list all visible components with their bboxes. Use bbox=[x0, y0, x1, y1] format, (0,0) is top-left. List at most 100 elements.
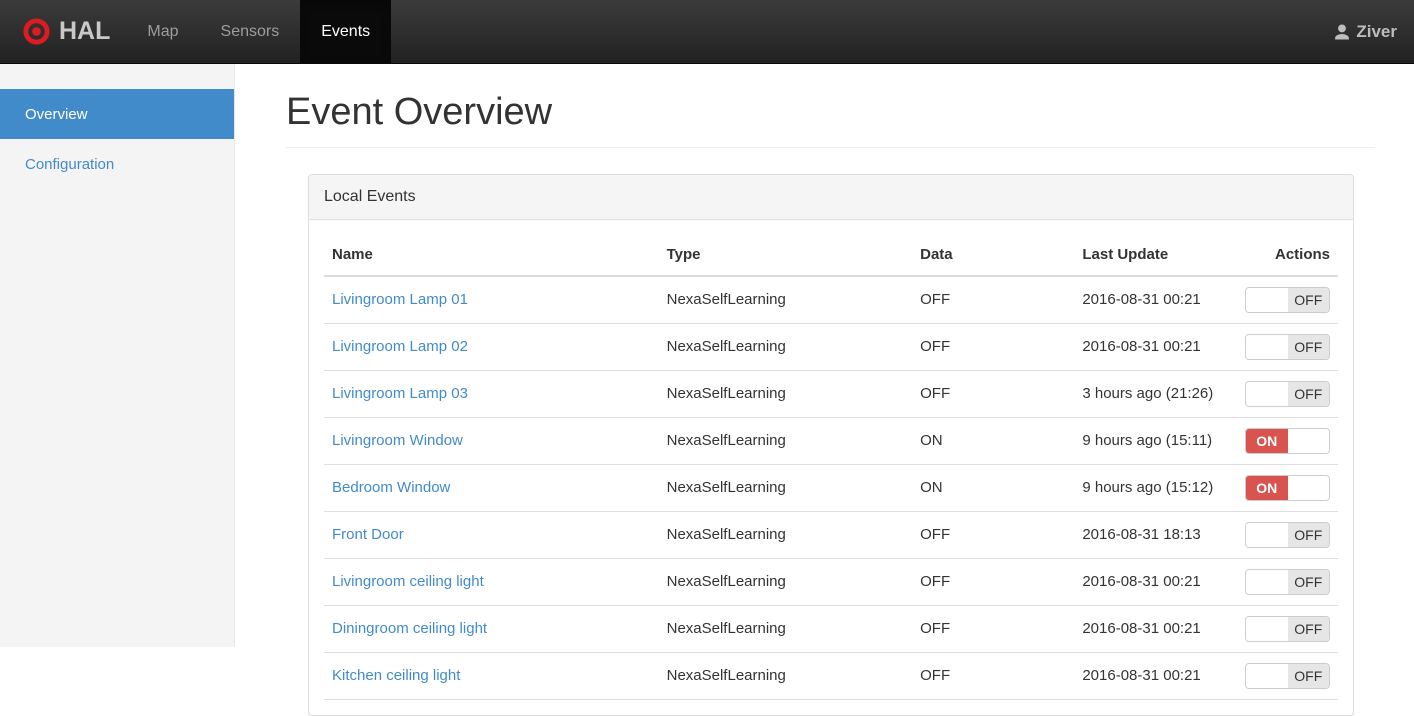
table-row: Livingroom Lamp 03 NexaSelfLearning OFF … bbox=[324, 370, 1338, 417]
toggle-switch[interactable]: OFF bbox=[1245, 663, 1330, 689]
event-name-link[interactable]: Livingroom Lamp 01 bbox=[332, 291, 468, 308]
table-row: Front Door NexaSelfLearning OFF 2016-08-… bbox=[324, 511, 1338, 558]
table-row: Bedroom Window NexaSelfLearning ON 9 hou… bbox=[324, 464, 1338, 511]
sidebar-item-label: Overview bbox=[25, 106, 88, 123]
toggle-switch-handle bbox=[1246, 570, 1288, 594]
event-data: OFF bbox=[912, 652, 1074, 699]
toggle-switch-label: OFF bbox=[1288, 382, 1330, 406]
nav-item-label: Events bbox=[321, 23, 370, 41]
toggle-switch[interactable]: ON bbox=[1245, 475, 1330, 501]
toggle-switch-label: OFF bbox=[1288, 617, 1330, 641]
event-last-update: 2016-08-31 00:21 bbox=[1074, 323, 1236, 370]
event-name-link[interactable]: Bedroom Window bbox=[332, 479, 450, 496]
sidebar: Overview Configuration bbox=[0, 64, 235, 647]
brand[interactable]: HAL bbox=[0, 0, 126, 63]
toggle-switch[interactable]: OFF bbox=[1245, 334, 1330, 360]
event-data: OFF bbox=[912, 323, 1074, 370]
event-name-link[interactable]: Livingroom Lamp 02 bbox=[332, 338, 468, 355]
event-last-update: 2016-08-31 18:13 bbox=[1074, 511, 1236, 558]
column-header-last-update: Last Update bbox=[1074, 235, 1236, 276]
event-name-link[interactable]: Kitchen ceiling light bbox=[332, 667, 460, 684]
sidebar-item-overview[interactable]: Overview bbox=[0, 89, 234, 139]
events-table: Name Type Data Last Update Actions Livin… bbox=[324, 235, 1338, 700]
column-header-name: Name bbox=[324, 235, 659, 276]
nav-item-label: Sensors bbox=[221, 23, 280, 41]
page-title: Event Overview bbox=[286, 91, 1375, 135]
toggle-switch-handle bbox=[1246, 523, 1288, 547]
event-type: NexaSelfLearning bbox=[659, 370, 913, 417]
toggle-switch-handle bbox=[1246, 335, 1288, 359]
top-navbar: HAL Map Sensors Events Ziver bbox=[0, 0, 1414, 64]
event-name-link[interactable]: Livingroom Window bbox=[332, 432, 463, 449]
toggle-switch-handle bbox=[1246, 382, 1288, 406]
event-name-link[interactable]: Front Door bbox=[332, 526, 404, 543]
event-data: OFF bbox=[912, 605, 1074, 652]
local-events-panel: Local Events Name Type Data Last Update … bbox=[308, 174, 1354, 716]
event-type: NexaSelfLearning bbox=[659, 558, 913, 605]
event-last-update: 2016-08-31 00:21 bbox=[1074, 558, 1236, 605]
column-header-type: Type bbox=[659, 235, 913, 276]
event-data: OFF bbox=[912, 558, 1074, 605]
event-type: NexaSelfLearning bbox=[659, 652, 913, 699]
event-data: ON bbox=[912, 464, 1074, 511]
event-type: NexaSelfLearning bbox=[659, 464, 913, 511]
event-name-link[interactable]: Livingroom ceiling light bbox=[332, 573, 484, 590]
toggle-switch-label: OFF bbox=[1288, 335, 1330, 359]
events-table-body: Livingroom Lamp 01 NexaSelfLearning OFF … bbox=[324, 276, 1338, 700]
event-data: OFF bbox=[912, 511, 1074, 558]
toggle-switch-label: ON bbox=[1246, 429, 1288, 453]
nav-item-map[interactable]: Map bbox=[126, 0, 199, 63]
table-row: Livingroom Lamp 01 NexaSelfLearning OFF … bbox=[324, 276, 1338, 324]
table-header-row: Name Type Data Last Update Actions bbox=[324, 235, 1338, 276]
event-name-link[interactable]: Livingroom Lamp 03 bbox=[332, 385, 468, 402]
event-type: NexaSelfLearning bbox=[659, 276, 913, 324]
toggle-switch[interactable]: OFF bbox=[1245, 522, 1330, 548]
column-header-data: Data bbox=[912, 235, 1074, 276]
toggle-switch-handle bbox=[1288, 429, 1330, 453]
panel-heading: Local Events bbox=[309, 175, 1353, 220]
event-type: NexaSelfLearning bbox=[659, 511, 913, 558]
main-nav: Map Sensors Events bbox=[126, 0, 391, 63]
toggle-switch-label: OFF bbox=[1288, 288, 1330, 312]
event-type: NexaSelfLearning bbox=[659, 605, 913, 652]
table-row: Livingroom Lamp 02 NexaSelfLearning OFF … bbox=[324, 323, 1338, 370]
event-data: OFF bbox=[912, 370, 1074, 417]
toggle-switch-label: OFF bbox=[1288, 570, 1330, 594]
toggle-switch-handle bbox=[1246, 617, 1288, 641]
nav-item-label: Map bbox=[147, 23, 178, 41]
sidebar-item-label: Configuration bbox=[25, 156, 114, 173]
user-icon bbox=[1333, 23, 1356, 41]
table-row: Diningroom ceiling light NexaSelfLearnin… bbox=[324, 605, 1338, 652]
event-last-update: 2016-08-31 00:21 bbox=[1074, 652, 1236, 699]
page-header: Event Overview bbox=[286, 91, 1375, 148]
table-row: Livingroom Window NexaSelfLearning ON 9 … bbox=[324, 417, 1338, 464]
brand-label: HAL bbox=[59, 17, 110, 46]
event-type: NexaSelfLearning bbox=[659, 417, 913, 464]
toggle-switch-handle bbox=[1246, 288, 1288, 312]
nav-item-sensors[interactable]: Sensors bbox=[200, 0, 301, 63]
toggle-switch-handle bbox=[1246, 664, 1288, 688]
event-last-update: 9 hours ago (15:12) bbox=[1074, 464, 1236, 511]
toggle-switch[interactable]: OFF bbox=[1245, 287, 1330, 313]
event-last-update: 2016-08-31 00:21 bbox=[1074, 276, 1236, 324]
event-data: OFF bbox=[912, 276, 1074, 324]
user-name: Ziver bbox=[1356, 22, 1397, 42]
user-menu[interactable]: Ziver bbox=[1333, 0, 1414, 63]
toggle-switch[interactable]: OFF bbox=[1245, 569, 1330, 595]
column-header-actions: Actions bbox=[1237, 235, 1338, 276]
toggle-switch[interactable]: OFF bbox=[1245, 381, 1330, 407]
toggle-switch-label: OFF bbox=[1288, 523, 1330, 547]
nav-item-events[interactable]: Events bbox=[300, 0, 391, 63]
event-data: ON bbox=[912, 417, 1074, 464]
hal-logo-target-icon bbox=[22, 17, 59, 46]
toggle-switch[interactable]: OFF bbox=[1245, 616, 1330, 642]
toggle-switch[interactable]: ON bbox=[1245, 428, 1330, 454]
table-row: Kitchen ceiling light NexaSelfLearning O… bbox=[324, 652, 1338, 699]
panel-body: Name Type Data Last Update Actions Livin… bbox=[309, 220, 1353, 715]
event-name-link[interactable]: Diningroom ceiling light bbox=[332, 620, 487, 637]
sidebar-item-configuration[interactable]: Configuration bbox=[0, 139, 234, 189]
toggle-switch-label: ON bbox=[1246, 476, 1288, 500]
event-last-update: 2016-08-31 00:21 bbox=[1074, 605, 1236, 652]
event-type: NexaSelfLearning bbox=[659, 323, 913, 370]
toggle-switch-label: OFF bbox=[1288, 664, 1330, 688]
